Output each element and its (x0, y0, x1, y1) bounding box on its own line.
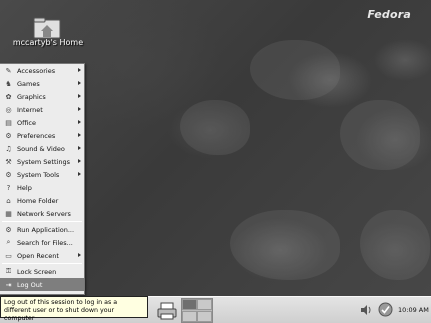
submenu-arrow-icon (78, 107, 81, 111)
menu-item-label: Graphics (17, 92, 46, 101)
internet-icon: ◎ (5, 105, 12, 114)
office-icon: ▤ (5, 118, 12, 127)
wallpaper-leaf (180, 100, 250, 155)
menu-item-label: System Settings (17, 157, 70, 166)
menu-item-log-out[interactable]: ⇥ Log Out (0, 278, 84, 291)
menu-item-run-application[interactable]: ⚙ Run Application... (0, 223, 84, 236)
menu-item-label: Office (17, 118, 36, 127)
submenu-arrow-icon (78, 81, 81, 85)
accessories-icon: ✎ (5, 66, 12, 75)
fedora-logo: Fedora (367, 8, 411, 21)
menu-item-home-folder[interactable]: ⌂ Home Folder (0, 194, 84, 207)
sound-video-icon: ♫ (5, 144, 12, 153)
submenu-arrow-icon (78, 120, 81, 124)
submenu-arrow-icon (78, 146, 81, 150)
menu-item-label: Home Folder (17, 196, 59, 205)
workspace-2[interactable] (197, 299, 212, 310)
help-icon: ? (6, 183, 11, 192)
wallpaper-leaf (360, 210, 430, 280)
menu-item-label: Accessories (17, 66, 56, 75)
menu-item-internet[interactable]: ◎ Internet (0, 103, 84, 116)
workspace-switcher[interactable] (181, 298, 213, 323)
menu-item-games[interactable]: ♞ Games (0, 77, 84, 90)
submenu-arrow-icon (78, 253, 81, 257)
printer-icon[interactable] (156, 301, 178, 321)
menu-item-lock-screen[interactable]: ⚿ Lock Screen (0, 265, 84, 278)
games-icon: ♞ (5, 79, 12, 88)
menu-item-accessories[interactable]: ✎ Accessories (0, 64, 84, 77)
menu-item-label: Preferences (17, 131, 56, 140)
workspace-4[interactable] (197, 311, 212, 322)
menu-separator (2, 221, 82, 222)
menu-item-label: Log Out (17, 280, 43, 289)
workspace-1[interactable] (182, 299, 197, 310)
menu-item-label: Run Application... (17, 225, 75, 234)
network-servers-icon: ▦ (5, 209, 12, 218)
lock-icon: ⚿ (5, 267, 12, 275)
menu-item-system-tools[interactable]: ⚙ System Tools (0, 168, 84, 181)
run-application-icon: ⚙ (5, 225, 12, 234)
submenu-arrow-icon (78, 94, 81, 98)
logout-tooltip: Log out of this session to log in as a d… (0, 296, 148, 322)
menu-item-graphics[interactable]: ✿ Graphics (0, 90, 84, 103)
wallpaper-leaf (340, 100, 420, 170)
recent-icon: ▭ (5, 251, 12, 260)
wallpaper-leaf (230, 210, 340, 280)
menu-separator (2, 263, 82, 264)
menu-item-sound-video[interactable]: ♫ Sound & Video (0, 142, 84, 155)
menu-item-preferences[interactable]: ⚙ Preferences (0, 129, 84, 142)
menu-item-open-recent[interactable]: ▭ Open Recent (0, 249, 84, 262)
submenu-arrow-icon (78, 159, 81, 163)
submenu-arrow-icon (78, 172, 81, 176)
home-folder-icon: ⌂ (6, 196, 11, 205)
menu-item-label: Games (17, 79, 40, 88)
preferences-icon: ⚙ (5, 131, 12, 140)
menu-item-office[interactable]: ▤ Office (0, 116, 84, 129)
clock[interactable]: 10:09 AM (398, 306, 429, 314)
menu-item-network-servers[interactable]: ▦ Network Servers (0, 207, 84, 220)
menu-item-label: Search for Files... (17, 238, 73, 247)
logout-icon: ⇥ (5, 280, 12, 289)
menu-item-label: Internet (17, 105, 43, 114)
menu-item-label: Open Recent (17, 251, 59, 260)
search-icon: ⌕ (6, 238, 11, 246)
system-settings-icon: ⚒ (5, 157, 12, 166)
submenu-arrow-icon (78, 133, 81, 137)
menu-item-help[interactable]: ? Help (0, 181, 84, 194)
menu-item-system-settings[interactable]: ⚒ System Settings (0, 155, 84, 168)
workspace-3[interactable] (182, 311, 197, 322)
home-icon-label[interactable]: mccartyb's Home (8, 38, 88, 47)
wallpaper-leaf (250, 40, 340, 100)
menu-item-label: Network Servers (17, 209, 71, 218)
menu-item-label: Lock Screen (17, 267, 57, 276)
menu-item-search-for-files[interactable]: ⌕ Search for Files... (0, 236, 84, 249)
system-tools-icon: ⚙ (5, 170, 12, 179)
submenu-arrow-icon (78, 68, 81, 72)
volume-icon[interactable] (360, 304, 372, 316)
update-notifier-icon[interactable] (378, 302, 393, 317)
menu-item-label: Sound & Video (17, 144, 65, 153)
applications-menu: ✎ Accessories ♞ Games ✿ Graphics ◎ Internet ▤ Off… (0, 63, 85, 295)
graphics-icon: ✿ (5, 92, 12, 101)
menu-item-label: System Tools (17, 170, 60, 179)
menu-item-label: Help (17, 183, 32, 192)
